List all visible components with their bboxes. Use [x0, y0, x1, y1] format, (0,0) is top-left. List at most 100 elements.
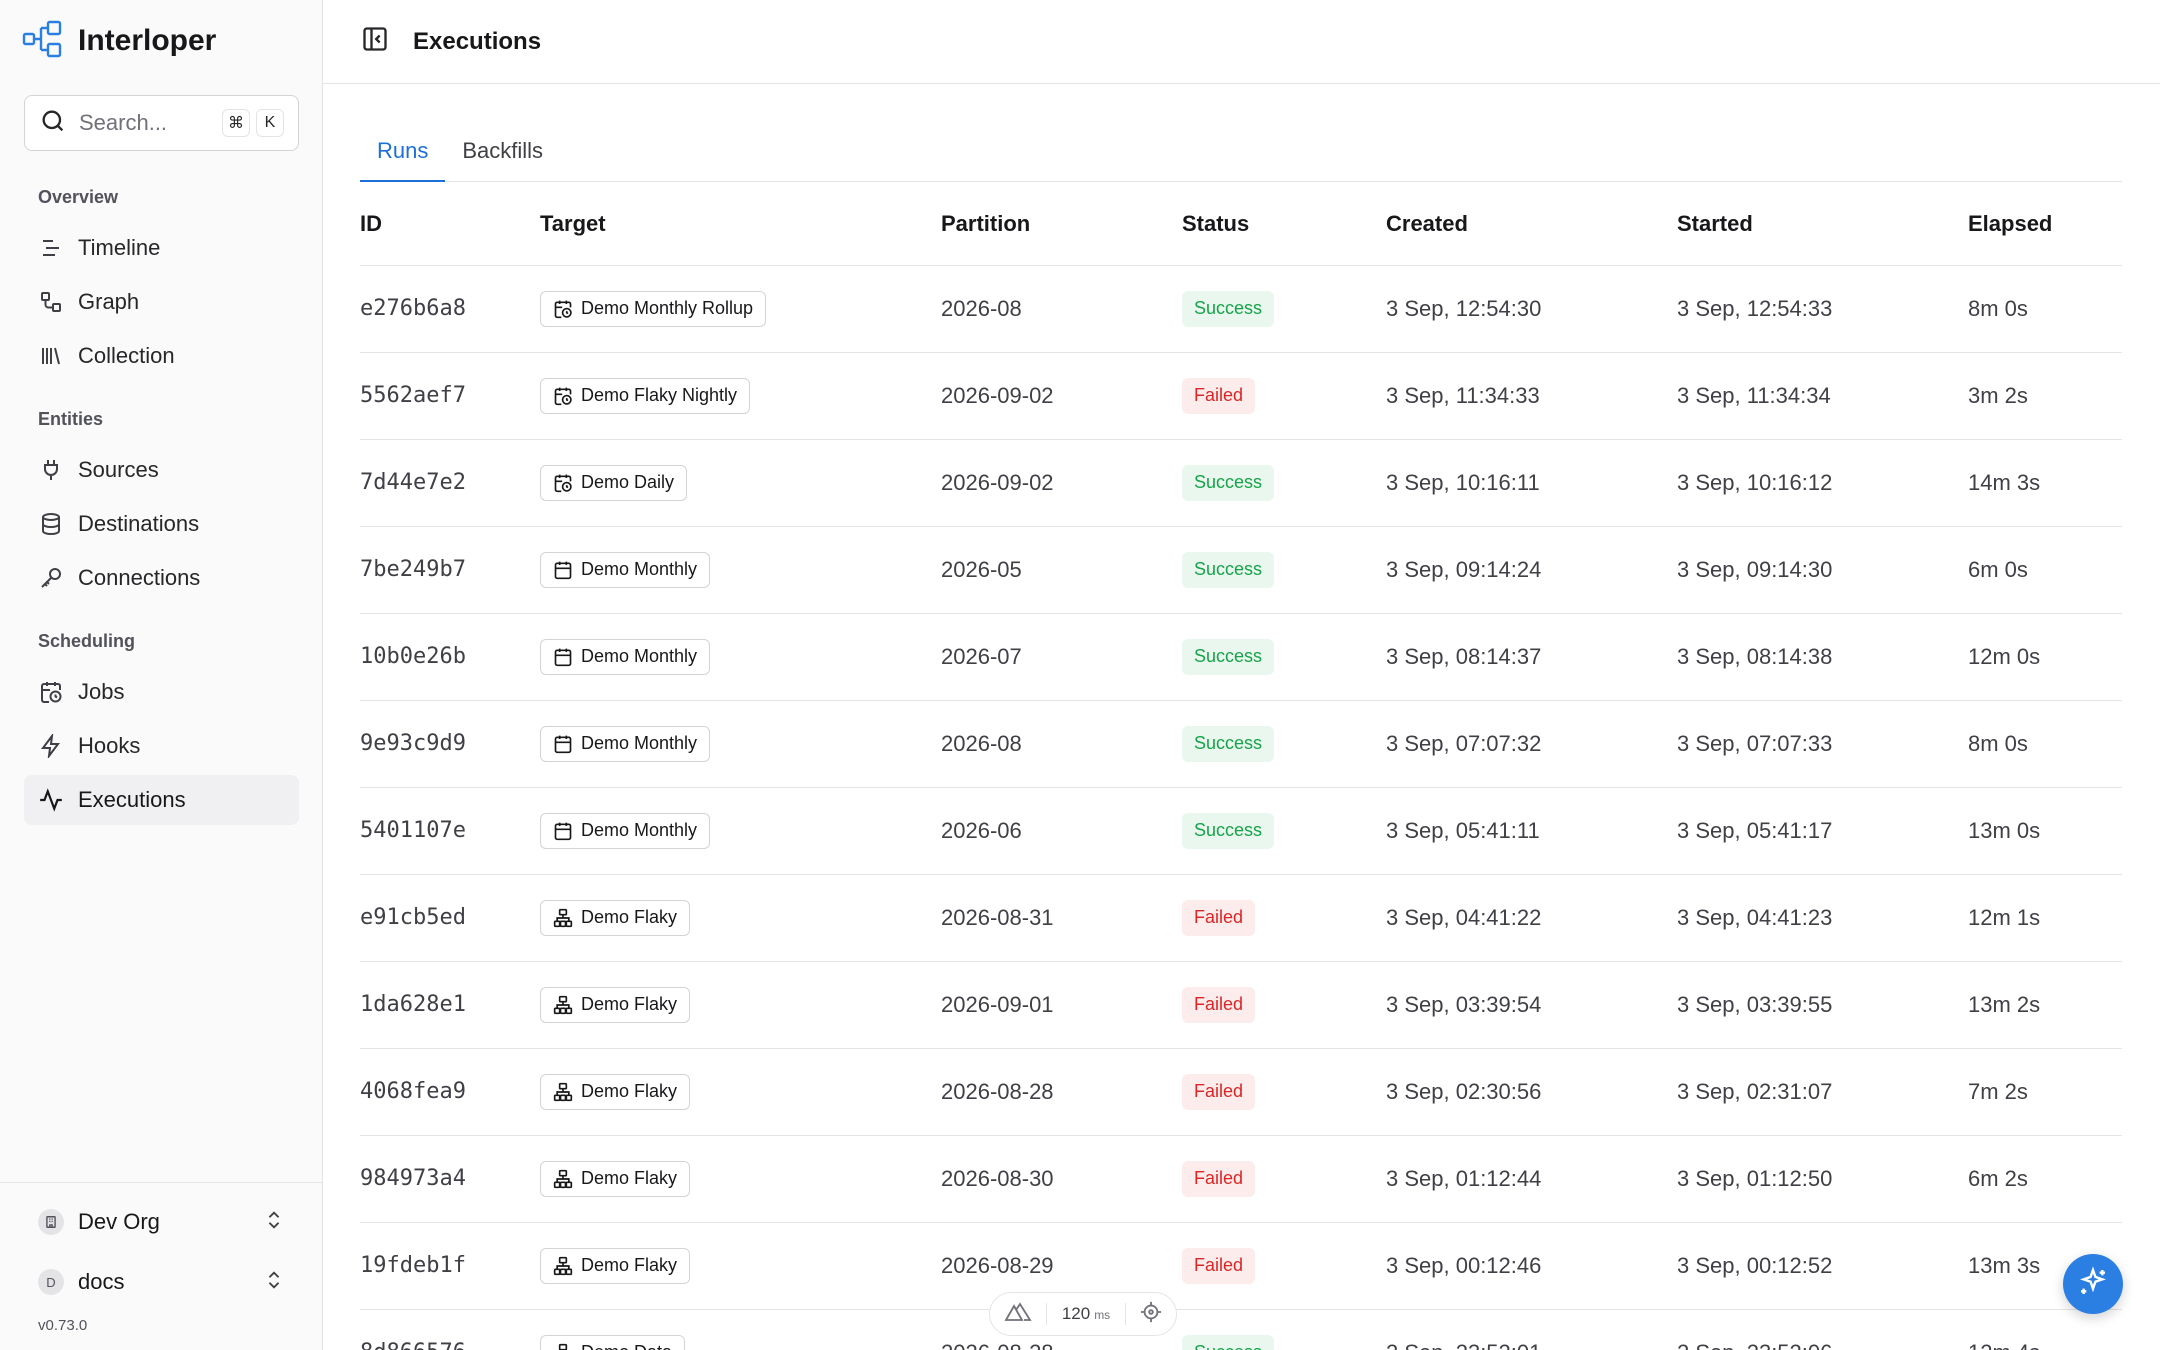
run-id[interactable]: 5562aef7	[360, 352, 540, 440]
run-id[interactable]: e91cb5ed	[360, 874, 540, 962]
activity-icon	[38, 787, 64, 813]
target-chip[interactable]: Demo Flaky Nightly	[540, 377, 751, 414]
partition-cell: 2026-08-31	[941, 874, 1182, 962]
key-icon	[38, 565, 64, 591]
run-id[interactable]: e276b6a8	[360, 265, 540, 353]
status-cell: Success	[1182, 265, 1386, 353]
target-name: Demo Flaky	[581, 1168, 678, 1188]
tab-runs[interactable]: Runs	[360, 128, 446, 182]
column-header-elapsed: Elapsed	[1968, 184, 2122, 266]
sidebar-item-label: Hooks	[78, 733, 141, 758]
table-row[interactable]: e276b6a8 Demo Monthly Rollup 2026-08 Succes…	[360, 265, 2122, 353]
status-cell: Failed	[1182, 961, 1386, 1049]
sidebar-item-collection[interactable]: Collection	[24, 331, 299, 381]
run-id[interactable]: 1da628e1	[360, 961, 540, 1049]
table-row[interactable]: 7be249b7 Demo Monthly 2026-05 Success 3 Sep,…	[360, 526, 2122, 614]
partition-cell: 2026-08-28	[941, 1048, 1182, 1136]
target-chip[interactable]: Demo Data	[540, 1334, 686, 1350]
org-switcher[interactable]: Dev Org	[24, 1196, 299, 1248]
target-chip[interactable]: Demo Monthly	[540, 725, 711, 762]
started-cell: 2 Sep, 23:52:06	[1677, 1309, 1968, 1350]
chevrons-up-down-icon	[263, 1269, 285, 1296]
table-row[interactable]: 19fdeb1f Demo Flaky 2026-08-29 Failed 3 Sep,…	[360, 1222, 2122, 1310]
target-chip[interactable]: Demo Monthly	[540, 638, 711, 675]
run-id[interactable]: 7be249b7	[360, 526, 540, 614]
target-cell: Demo Monthly	[540, 700, 941, 788]
network-icon	[553, 908, 573, 928]
search-input[interactable]: Search... ⌘ K	[24, 95, 299, 151]
table-row[interactable]: e91cb5ed Demo Flaky 2026-08-31 Failed 3 Sep,…	[360, 874, 2122, 962]
sidebar-item-hooks[interactable]: Hooks	[24, 721, 299, 771]
network-icon	[553, 995, 573, 1015]
target-chip[interactable]: Demo Flaky	[540, 899, 691, 936]
run-id[interactable]: 9e93c9d9	[360, 700, 540, 788]
target-chip[interactable]: Demo Flaky	[540, 986, 691, 1023]
graph-icon	[38, 289, 64, 315]
target-chip[interactable]: Demo Daily	[540, 464, 688, 501]
table-row[interactable]: 5562aef7 Demo Flaky Nightly 2026-09-02 Fail…	[360, 352, 2122, 440]
network-icon	[553, 1343, 573, 1350]
crosshair-icon[interactable]	[1140, 1301, 1162, 1328]
column-header-id: ID	[360, 184, 540, 266]
target-cell: Demo Monthly	[540, 526, 941, 614]
calendar-clock-icon	[553, 386, 573, 406]
sidebar-item-label: Sources	[78, 457, 159, 482]
sidebar-item-graph[interactable]: Graph	[24, 277, 299, 327]
target-chip[interactable]: Demo Flaky	[540, 1160, 691, 1197]
sidebar-item-timeline[interactable]: Timeline	[24, 223, 299, 273]
table-row[interactable]: 8d866576Demo Data2026-08-28Success2 Sep,…	[360, 1309, 2122, 1350]
target-name: Demo Monthly	[581, 733, 698, 753]
table-row[interactable]: 10b0e26b Demo Monthly 2026-07 Success 3 Sep,…	[360, 613, 2122, 701]
sidebar-item-executions[interactable]: Executions	[24, 775, 299, 825]
created-cell: 3 Sep, 11:34:33	[1386, 352, 1677, 440]
sidebar-item-sources[interactable]: Sources	[24, 445, 299, 495]
target-chip[interactable]: Demo Monthly	[540, 812, 711, 849]
table-row[interactable]: 7d44e7e2 Demo Daily 2026-09-02 Success 3 Sep…	[360, 439, 2122, 527]
partition-cell: 2026-08	[941, 700, 1182, 788]
run-id[interactable]: 10b0e26b	[360, 613, 540, 701]
sidebar-item-destinations[interactable]: Destinations	[24, 499, 299, 549]
created-cell: 3 Sep, 05:41:11	[1386, 787, 1677, 875]
status-badge: Success	[1182, 464, 1275, 501]
table-row[interactable]: 984973a4 Demo Flaky 2026-08-30 Failed 3 Sep,…	[360, 1135, 2122, 1223]
status-cell: Success	[1182, 787, 1386, 875]
target-chip[interactable]: Demo Flaky	[540, 1073, 691, 1110]
ai-assistant-button[interactable]	[2063, 1254, 2123, 1314]
sidebar-toggle-icon[interactable]	[361, 25, 389, 58]
brand[interactable]: Interloper	[22, 20, 216, 62]
target-chip[interactable]: Demo Monthly	[540, 551, 711, 588]
started-cell: 3 Sep, 08:14:38	[1677, 613, 1968, 701]
elapsed-cell: 13m 0s	[1968, 787, 2122, 875]
run-id[interactable]: 4068fea9	[360, 1048, 540, 1136]
run-id[interactable]: 984973a4	[360, 1135, 540, 1223]
partition-cell: 2026-08	[941, 265, 1182, 353]
sidebar-item-jobs[interactable]: Jobs	[24, 667, 299, 717]
workspace-switcher[interactable]: D docs	[24, 1256, 299, 1308]
run-id[interactable]: 5401107e	[360, 787, 540, 875]
target-chip[interactable]: Demo Monthly Rollup	[540, 290, 767, 327]
target-name: Demo Data	[581, 1342, 672, 1350]
target-cell: Demo Flaky	[540, 1048, 941, 1136]
run-id[interactable]: 19fdeb1f	[360, 1222, 540, 1310]
status-cell: Success	[1182, 1309, 1386, 1350]
started-cell: 3 Sep, 11:34:34	[1677, 352, 1968, 440]
topbar: Executions	[323, 0, 2160, 84]
status-cell: Failed	[1182, 1048, 1386, 1136]
status-badge: Success	[1182, 551, 1275, 588]
database-icon	[38, 511, 64, 537]
table-row[interactable]: 5401107e Demo Monthly 2026-06 Success 3 Sep,…	[360, 787, 2122, 875]
target-cell: Demo Flaky	[540, 961, 941, 1049]
tab-backfills[interactable]: Backfills	[445, 128, 560, 182]
calendar-icon	[553, 647, 573, 667]
target-chip[interactable]: Demo Flaky	[540, 1247, 691, 1284]
table-row[interactable]: 9e93c9d9 Demo Monthly 2026-08 Success 3 Sep,…	[360, 700, 2122, 788]
created-cell: 3 Sep, 01:12:44	[1386, 1135, 1677, 1223]
table-row[interactable]: 4068fea9 Demo Flaky 2026-08-28 Failed 3 Sep,…	[360, 1048, 2122, 1136]
table-row[interactable]: 1da628e1 Demo Flaky 2026-09-01 Failed 3 Sep,…	[360, 961, 2122, 1049]
sidebar-item-connections[interactable]: Connections	[24, 553, 299, 603]
status-cell: Failed	[1182, 352, 1386, 440]
run-id[interactable]: 7d44e7e2	[360, 439, 540, 527]
run-id[interactable]: 8d866576	[360, 1309, 540, 1350]
latency-indicator[interactable]: 120 ms	[989, 1292, 1177, 1336]
partition-cell: 2026-09-02	[941, 352, 1182, 440]
